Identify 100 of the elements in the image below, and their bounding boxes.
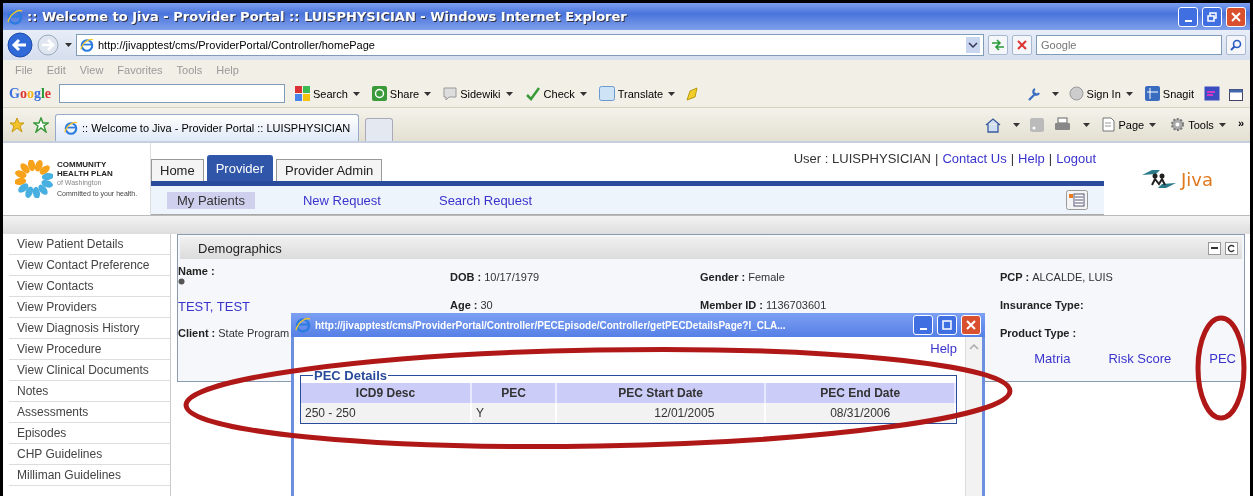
field-label: Insurance Type:: [1000, 299, 1084, 311]
field-value: ALCALDE, LUIS: [1032, 271, 1113, 283]
stop-button[interactable]: [1012, 35, 1032, 55]
field-value: 1136703601: [765, 299, 827, 311]
caret-icon[interactable]: [1125, 91, 1133, 96]
caret-icon[interactable]: [579, 91, 587, 96]
browser-tab[interactable]: :: Welcome to Jiva - Provider Portal :: LUISPHYSICIAN: [55, 114, 360, 141]
toolbar-button[interactable]: Share: [369, 86, 434, 101]
table-cell: 12/01/2005: [556, 403, 766, 423]
subnav-link[interactable]: New Request: [292, 191, 391, 209]
header-link[interactable]: Contact Us: [942, 151, 1007, 166]
collapse-button[interactable]: [1208, 241, 1221, 255]
field-label: Name :: [178, 265, 215, 277]
table-cell: Y: [471, 403, 557, 423]
toolbar-button[interactable]: Search: [293, 86, 362, 101]
caret-icon[interactable]: [1083, 122, 1091, 127]
ie-logo-icon: [64, 121, 78, 135]
table-cell: 08/31/2006: [765, 403, 955, 423]
ie-logo-icon: [80, 38, 94, 52]
close-button[interactable]: [1226, 6, 1246, 27]
command-button[interactable]: Page: [1100, 117, 1159, 132]
field-label: Member ID :: [700, 299, 763, 311]
window-title: :: Welcome to Jiva - Provider Portal :: LUISPHYSICIAN - Windows Internet Explorer: [27, 9, 628, 24]
minimize-icon: [1184, 19, 1192, 22]
toolbar-button[interactable]: Snagit: [1142, 86, 1196, 101]
minimize-button[interactable]: [913, 315, 933, 335]
caret-icon[interactable]: [668, 91, 676, 96]
forward-button[interactable]: [37, 34, 59, 56]
command-button[interactable]: Tools: [1168, 117, 1228, 132]
minimize-icon: [919, 328, 927, 330]
field-value: 10/17/1979: [484, 271, 540, 283]
hands-logo-icon: [1141, 167, 1177, 191]
page-icon: [1102, 117, 1116, 132]
search-button[interactable]: [1226, 35, 1246, 55]
nav-tab[interactable]: Provider Admin: [276, 159, 383, 181]
caret-icon[interactable]: [1051, 91, 1059, 96]
brand-name: Jiva: [1181, 168, 1213, 190]
caret-icon[interactable]: [505, 91, 513, 96]
toolbar-button[interactable]: Check: [522, 86, 589, 101]
close-button[interactable]: [961, 315, 981, 335]
field-label: Client :: [178, 327, 216, 339]
subnav-link[interactable]: My Patients: [167, 191, 255, 209]
subnav-link[interactable]: Search Request: [428, 191, 543, 209]
maximize-button[interactable]: [937, 315, 957, 335]
caret-icon[interactable]: [1149, 122, 1157, 127]
speech-bubble-icon: [443, 86, 458, 101]
more-chevron[interactable]: »: [1237, 116, 1244, 129]
back-button[interactable]: [7, 32, 33, 58]
separator: |: [1010, 151, 1015, 166]
table-cell: 250 - 250: [301, 403, 472, 423]
header-link[interactable]: Logout: [1056, 151, 1096, 166]
minus-icon: [1211, 247, 1218, 249]
toolbar-button[interactable]: Sign In: [1066, 86, 1135, 101]
caret-icon[interactable]: [1218, 122, 1226, 127]
home-icon[interactable]: [985, 116, 1002, 133]
field-value: Female: [748, 271, 785, 283]
stop-icon: [1017, 40, 1027, 50]
star-icon[interactable]: [9, 116, 25, 133]
maximize-icon: [942, 320, 952, 330]
gear-icon: [1170, 117, 1186, 132]
toolbar-button[interactable]: Translate: [596, 86, 678, 101]
share-icon: [371, 86, 387, 101]
minimize-button[interactable]: [1178, 6, 1198, 27]
address-field[interactable]: http://jivapptest/cms/ProviderPortal/Controller/homePage: [76, 34, 984, 56]
panel-link[interactable]: Matria: [1034, 351, 1071, 366]
section-legend: PEC Details: [313, 368, 388, 383]
separator: |: [935, 151, 939, 166]
toolbar-search-field[interactable]: [59, 84, 285, 103]
add-favorite-icon[interactable]: [33, 116, 49, 133]
nav-tab[interactable]: Provider: [206, 155, 274, 181]
toolbar-button[interactable]: Sidewiki: [441, 86, 515, 101]
field-value: 30: [480, 299, 493, 311]
column-header: ICD9 Desc: [301, 383, 472, 403]
help-link[interactable]: Help: [930, 341, 957, 356]
printer-icon[interactable]: [1054, 117, 1072, 132]
panel-link[interactable]: Risk Score: [1108, 351, 1172, 366]
column-header: PEC End Date: [765, 383, 955, 403]
dropdown-icon[interactable]: [966, 37, 980, 53]
column-header: PEC: [471, 383, 557, 403]
caret-icon[interactable]: [352, 91, 360, 96]
caret-icon[interactable]: [65, 43, 72, 47]
window-icon[interactable]: [1204, 86, 1220, 101]
search-field[interactable]: Google: [1036, 35, 1222, 55]
caret-icon[interactable]: [424, 91, 432, 96]
calendar-list-icon[interactable]: [1066, 190, 1088, 210]
patient-name-link[interactable]: TEST, TEST: [178, 299, 250, 314]
nav-tab[interactable]: Home: [151, 159, 204, 181]
field-value: State Program: [218, 327, 290, 339]
spellcheck-icon: [524, 86, 541, 101]
restore-button[interactable]: [1202, 6, 1222, 27]
search-icon: [1230, 39, 1242, 51]
field-label: PCP :: [1000, 271, 1030, 283]
caret-icon[interactable]: [1013, 122, 1021, 127]
status-dot-icon: [178, 278, 185, 285]
panel-title: Demographics: [198, 240, 282, 256]
header-link[interactable]: Help: [1018, 151, 1045, 166]
panel-link[interactable]: PEC: [1209, 351, 1236, 366]
separator: |: [1048, 151, 1053, 166]
popup-title: http://jivapptest/cms/ProviderPortal/Controller/PECEpisode/Controller/getPECDetailsPage?I_CLA...: [315, 319, 787, 331]
restore-icon: [1207, 11, 1217, 22]
